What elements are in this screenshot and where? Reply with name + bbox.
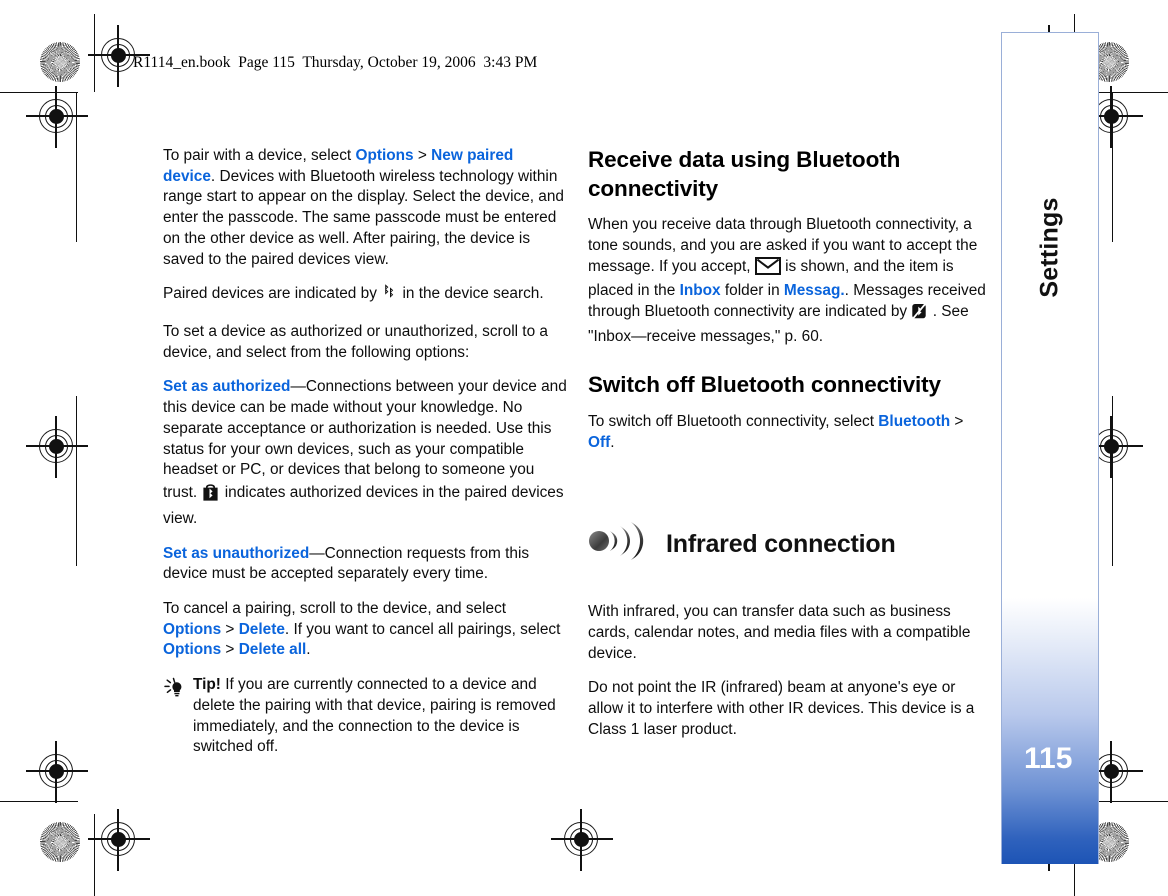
chapter-header-infrared: Infrared connection: [588, 517, 988, 572]
separator-gt: >: [413, 147, 432, 164]
link-bluetooth[interactable]: Bluetooth: [878, 413, 950, 430]
chapter-side-tab: Settings 115: [1001, 32, 1099, 864]
link-inbox[interactable]: Inbox: [680, 282, 721, 299]
registration-crosshair-bottom-center: [551, 809, 613, 871]
heading-switch-off-bluetooth: Switch off Bluetooth connectivity: [588, 372, 941, 398]
crop-line-right-lower-horizontal: [1090, 801, 1168, 803]
crop-line-right-mid-vertical: [1112, 396, 1114, 566]
text-run: To cancel a pairing, scroll to the devic…: [163, 599, 507, 617]
chapter-title: Infrared connection: [666, 529, 896, 558]
crop-line-bottom-left-vertical: [94, 814, 96, 896]
paragraph-infrared-warning: Do not point the IR (infrared) beam at a…: [588, 678, 988, 740]
link-messaging[interactable]: Messag.: [784, 282, 845, 299]
crop-line-left-upper-horizontal: [0, 92, 78, 94]
infrared-signal-icon: [588, 517, 646, 572]
link-set-as-unauthorized[interactable]: Set as unauthorized: [163, 545, 309, 562]
registration-crosshair-left-middle: [26, 416, 88, 478]
separator-gt: >: [950, 413, 964, 430]
link-options-2[interactable]: Options: [163, 621, 221, 638]
left-text-column: To pair with a device, select Options > …: [163, 146, 567, 772]
link-options-3[interactable]: Options: [163, 641, 221, 658]
text-run: .: [610, 433, 615, 451]
text-run: —Connections between your device and thi…: [163, 378, 567, 502]
text-run: .: [306, 641, 311, 659]
tip-block: Tip! If you are currently connected to a…: [163, 675, 567, 758]
registration-starburst-bottom-left: [40, 822, 80, 862]
paragraph-pair-device: To pair with a device, select Options > …: [163, 146, 567, 270]
registration-crosshair-right-lower: [1081, 741, 1143, 803]
text-run: To set a device as authorized or unautho…: [163, 323, 548, 361]
text-run: To switch off Bluetooth connectivity, se…: [588, 413, 879, 430]
bluetooth-received-icon: [911, 302, 928, 327]
text-run: . Devices with Bluetooth wireless techno…: [163, 167, 564, 268]
registration-starburst-top-left: [40, 42, 80, 82]
bluetooth-paired-icon: [381, 284, 398, 308]
text-run: To pair with a device, select: [163, 147, 356, 164]
book-header-line: R1114_en.book Page 115 Thursday, October…: [133, 54, 538, 71]
text-run: in the device search.: [398, 285, 544, 303]
text-run: Do not point the IR (infrared) beam at a…: [588, 679, 975, 738]
registration-crosshair-right-middle: [1081, 416, 1143, 478]
text-run: folder in: [720, 282, 784, 300]
separator-gt: >: [221, 620, 239, 638]
crop-line-right-upper-horizontal: [1090, 92, 1168, 94]
paragraph-paired-indicator: Paired devices are indicated by in the d…: [163, 284, 567, 308]
crop-line-left-vertical: [76, 92, 78, 242]
paragraph-receive-data-body: When you receive data through Bluetooth …: [588, 215, 988, 347]
text-run: With infrared, you can transfer data suc…: [588, 603, 971, 662]
crop-line-left-mid-vertical: [76, 396, 78, 566]
paragraph-set-authorization-intro: To set a device as authorized or unautho…: [163, 322, 567, 363]
paragraph-infrared-transfer: With infrared, you can transfer data suc…: [588, 602, 988, 664]
registration-crosshair-left-lower: [26, 741, 88, 803]
crop-line-left-lower-horizontal: [0, 801, 78, 803]
lightbulb-tip-icon: [163, 677, 185, 704]
page-number: 115: [1024, 742, 1073, 775]
tip-text: If you are currently connected to a devi…: [193, 676, 556, 756]
crop-line-right-vertical: [1112, 92, 1114, 242]
registration-crosshair-top-left: [88, 25, 150, 87]
text-run: . If you want to cancel all pairings, se…: [284, 620, 561, 638]
text-run: indicates authorized devices in the pair…: [163, 484, 564, 527]
link-set-as-authorized[interactable]: Set as authorized: [163, 378, 290, 395]
registration-crosshair-right-upper: [1081, 86, 1143, 148]
separator-gt: >: [221, 641, 239, 659]
right-text-column: Receive data using Bluetooth connectivit…: [588, 146, 988, 754]
paragraph-set-as-unauthorized: Set as unauthorized—Connection requests …: [163, 544, 567, 585]
link-options[interactable]: Options: [355, 147, 413, 164]
tip-label: Tip!: [193, 676, 221, 694]
heading-receive-data: Receive data using Bluetooth connectivit…: [588, 147, 901, 201]
link-delete-all[interactable]: Delete all: [239, 641, 307, 658]
paragraph-set-as-authorized: Set as authorized—Connections between yo…: [163, 377, 567, 529]
link-off[interactable]: Off: [588, 434, 610, 451]
registration-crosshair-left-upper: [26, 86, 88, 148]
registration-crosshair-bottom-left: [88, 809, 150, 871]
text-run: Paired devices are indicated by: [163, 285, 382, 303]
side-tab-label: Settings: [1035, 197, 1064, 298]
paragraph-switch-off-body: To switch off Bluetooth connectivity, se…: [588, 412, 988, 453]
link-delete[interactable]: Delete: [239, 621, 285, 638]
crop-line-top-left-vertical: [94, 14, 96, 92]
envelope-icon: [754, 256, 781, 282]
bluetooth-authorized-icon: [201, 481, 220, 509]
paragraph-cancel-pairing: To cancel a pairing, scroll to the devic…: [163, 599, 567, 661]
